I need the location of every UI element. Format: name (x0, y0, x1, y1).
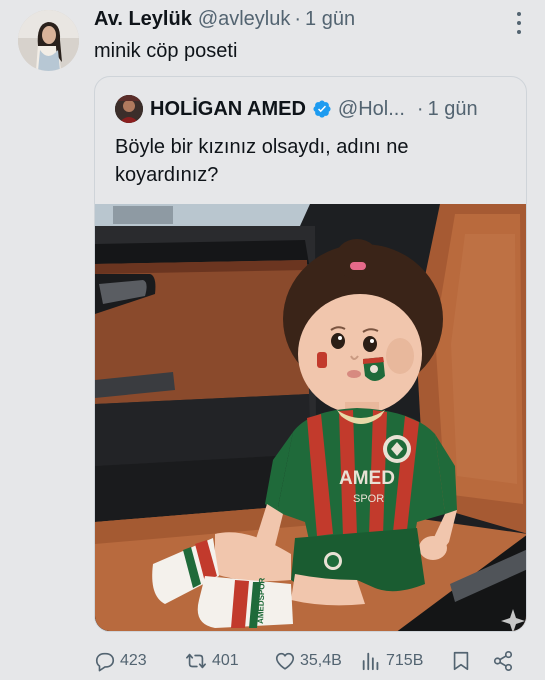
quoted-author-handle[interactable]: @Hol... (338, 98, 405, 121)
separator-dot: · (294, 8, 302, 30)
like-icon (275, 652, 295, 670)
more-icon[interactable] (515, 12, 523, 34)
jersey-text: AMED (339, 468, 395, 489)
quoted-header: HOLİGAN AMED @Hol... · 1 gün (150, 95, 516, 123)
share-icon (493, 651, 513, 671)
quoted-tweet[interactable]: HOLİGAN AMED @Hol... · 1 gün Böyle bir k… (94, 76, 527, 632)
repost-count: 401 (212, 652, 239, 669)
quoted-media-photo[interactable]: AMED SPOR AMEDSPOR (95, 204, 526, 631)
author-name[interactable]: Av. Leylük (94, 8, 192, 31)
tweet-header: Av. Leylük @avleyluk · 1 gün (94, 8, 495, 34)
quoted-text-line-1: Böyle bir kızınız olsaydı, adını ne (115, 136, 409, 158)
quoted-author-name[interactable]: HOLİGAN AMED (150, 98, 306, 121)
repost-button[interactable]: 401 (184, 648, 239, 674)
views-count: 715B (386, 652, 424, 669)
repost-icon (186, 653, 206, 669)
author-handle[interactable]: @avleyluk (198, 8, 291, 31)
quoted-post-time[interactable]: 1 gün (428, 98, 478, 121)
bookmark-button[interactable] (450, 648, 472, 674)
jersey-subtext: SPOR (353, 493, 384, 505)
sock-text: AMEDSPOR (256, 577, 267, 624)
like-count: 35,4B (300, 652, 342, 669)
tweet-actions: 423 401 35,4B 715B (94, 648, 524, 674)
tweet-text: minik cöp poseti (94, 40, 238, 62)
views-icon (362, 652, 379, 671)
verified-icon (313, 100, 331, 118)
bookmark-icon (453, 651, 469, 671)
quoted-text-line-2: koyardınız? (115, 164, 219, 186)
like-button[interactable]: 35,4B (274, 648, 342, 674)
author-avatar[interactable] (18, 10, 79, 71)
reply-icon (95, 652, 115, 672)
reply-count: 423 (120, 652, 147, 669)
share-button[interactable] (492, 648, 514, 674)
views-button[interactable]: 715B (360, 648, 423, 674)
separator-dot: · (416, 97, 424, 120)
post-time[interactable]: 1 gün (305, 8, 355, 31)
reply-button[interactable]: 423 (94, 648, 147, 674)
quoted-text: Böyle bir kızınız olsaydı, adını ne koya… (115, 133, 515, 189)
quoted-author-avatar[interactable] (115, 95, 143, 123)
tweet[interactable]: Av. Leylük @avleyluk · 1 gün minik cöp p… (0, 0, 545, 680)
